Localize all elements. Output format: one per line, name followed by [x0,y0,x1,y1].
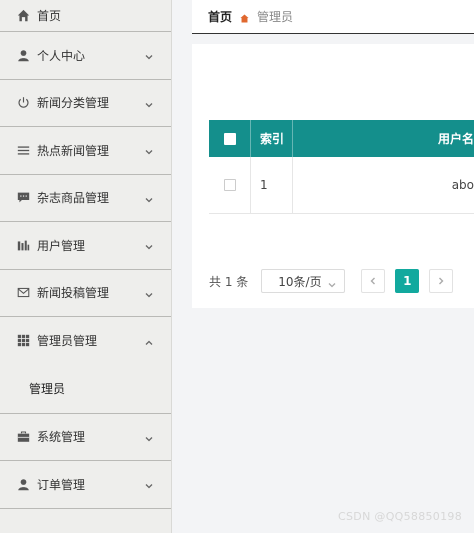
sidebar: 首页 个人中心 新闻分类管理 热点新闻管理 杂志商品管理 用户管理 新闻投稿管理… [0,0,172,533]
sidebar-item-system[interactable]: 系统管理 [0,414,171,461]
chevron-left-icon [370,277,376,285]
select-all-checkbox[interactable] [223,132,236,145]
mail-icon [16,286,30,300]
sidebar-item-label: 用户管理 [37,238,86,253]
chevron-down-icon [145,193,153,203]
chevron-down-icon [145,50,153,60]
watermark: CSDN @QQ58850198 [338,510,462,523]
sidebar-subitem-admin[interactable]: 管理员 [0,364,171,414]
sidebar-item-news-category[interactable]: 新闻分类管理 [0,80,171,127]
next-page-button[interactable] [429,269,454,293]
header-checkbox-cell [209,120,251,157]
sidebar-item-label: 订单管理 [37,477,86,492]
admin-table: 索引 用户名 1 abo [209,120,474,214]
pagination: 共 1 条 10条/页 1 [209,269,454,293]
header-username: 用户名 [437,132,474,146]
sidebar-item-profile[interactable]: 个人中心 [0,32,171,80]
sidebar-item-label: 管理员管理 [37,334,98,349]
breadcrumb-current: 管理员 [257,10,294,24]
page-size-value: 10条/页 [278,274,322,289]
power-icon [16,96,30,110]
grid-icon [16,334,30,348]
page-number-button[interactable]: 1 [395,269,420,293]
chevron-down-icon [145,288,153,298]
table-row: 1 abo [209,157,474,214]
chevron-down-icon [145,240,153,250]
prev-page-button[interactable] [361,269,386,293]
sidebar-item-magazine[interactable]: 杂志商品管理 [0,175,171,222]
sidebar-item-hot-news[interactable]: 热点新闻管理 [0,127,171,175]
main-content: 首页 管理员 索引 用户名 1 abo 共 1 条 10条/页 1 [192,0,474,533]
breadcrumb-home[interactable]: 首页 [208,8,232,25]
sidebar-item-label: 杂志商品管理 [37,191,110,206]
comment-icon [16,191,30,205]
home-icon [240,12,249,23]
chevron-down-icon [145,98,153,108]
user-icon [16,477,30,491]
chevron-down-icon [145,479,153,489]
sidebar-item-label: 首页 [37,9,62,23]
sidebar-item-home[interactable]: 首页 [0,0,171,32]
chevron-down-icon [145,145,153,155]
cell-index: 1 [251,157,293,213]
cell-username: abo [451,178,474,192]
sidebar-item-label: 新闻投稿管理 [37,286,110,301]
row-checkbox-cell [209,157,251,213]
sidebar-item-submissions[interactable]: 新闻投稿管理 [0,270,171,317]
sidebar-item-admin-manage[interactable]: 管理员管理 [0,317,171,365]
sidebar-item-label: 系统管理 [37,430,86,445]
bars-icon [16,238,30,252]
row-checkbox[interactable] [223,179,236,191]
header-index: 索引 [251,120,293,157]
home-icon [16,9,30,23]
sidebar-item-label: 个人中心 [37,48,86,63]
chevron-down-icon [328,278,336,288]
breadcrumb: 首页 管理员 [192,0,474,34]
chevron-right-icon [439,277,444,285]
sidebar-item-label: 热点新闻管理 [37,143,110,158]
chevron-up-icon [145,336,153,345]
page-size-select[interactable]: 10条/页 [261,269,346,293]
chevron-down-icon [145,432,153,442]
sidebar-item-label: 新闻分类管理 [37,96,110,111]
briefcase-icon [16,430,30,444]
sidebar-item-users[interactable]: 用户管理 [0,222,171,270]
user-icon [16,48,30,62]
total-count: 共 1 条 [209,274,249,289]
table-header: 索引 用户名 [209,120,474,157]
list-icon [16,143,30,157]
sidebar-item-orders[interactable]: 订单管理 [0,461,171,509]
